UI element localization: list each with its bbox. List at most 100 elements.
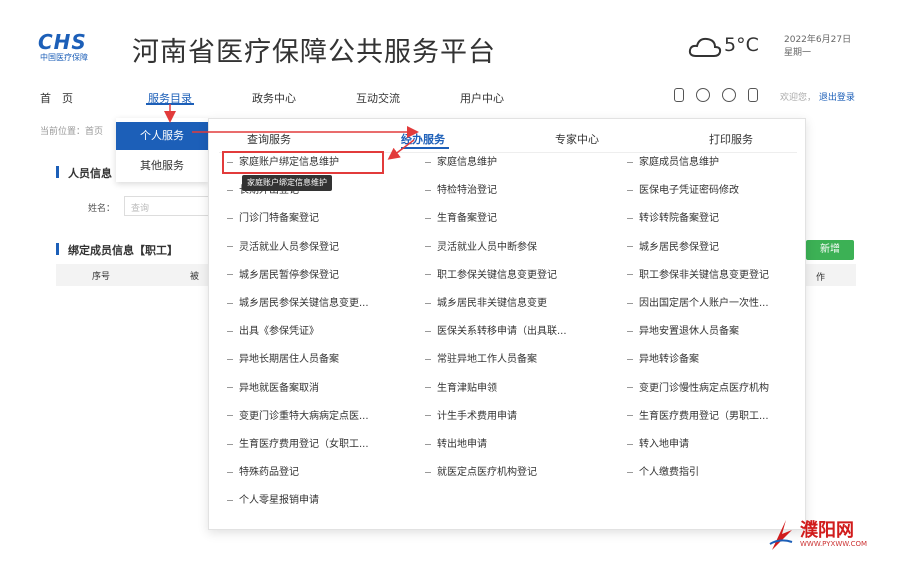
dropdown-service-item[interactable]: 职工参保关键信息变更登记 <box>425 268 557 284</box>
dropdown-service-item[interactable]: 异地转诊备案 <box>627 352 699 368</box>
date-text: 2022年6月27日 <box>784 35 852 45</box>
nav-gov-center[interactable]: 政务中心 <box>252 90 296 106</box>
weekday-text: 星期一 <box>784 48 812 58</box>
dropdown-item-label: 转诊转院备案登记 <box>639 213 719 225</box>
dropdown-service-item[interactable]: 特检特治登记 <box>425 183 497 199</box>
dropdown-service-item[interactable]: 生育津贴申领 <box>425 381 497 397</box>
nav-home[interactable]: 首 页 <box>40 90 73 106</box>
pyxww-watermark: 濮阳网 WWW.PYXWW.COM <box>768 516 892 556</box>
login-area: 欢迎您， 退出登录 <box>780 90 855 103</box>
dropdown-service-item[interactable]: 城乡居民非关键信息变更 <box>425 296 547 312</box>
chs-logo[interactable]: CHS 中国医疗保障 <box>38 30 110 66</box>
dropdown-service-item[interactable]: 异地长期居住人员备案 <box>227 352 339 368</box>
bullet-icon <box>627 358 633 360</box>
dropdown-service-item[interactable]: 个人零星报销申请 <box>227 493 319 509</box>
logo-text: CHS <box>38 30 87 54</box>
bullet-icon <box>627 302 633 304</box>
dropdown-service-item[interactable]: 变更门诊慢性病定点医疗机构 <box>627 381 769 397</box>
welcome-text: 欢迎您， <box>780 93 817 103</box>
dropdown-service-item[interactable]: 家庭信息维护 <box>425 155 497 171</box>
breadcrumb: 当前位置：首页 <box>40 127 104 137</box>
dropdown-service-item[interactable]: 家庭成员信息维护 <box>627 155 719 171</box>
dropdown-item-label: 异地就医备案取消 <box>239 382 319 394</box>
dropdown-service-item[interactable]: 转出地申请 <box>425 437 487 453</box>
dropdown-service-item[interactable]: 转诊转院备案登记 <box>627 211 719 227</box>
submenu-other-service[interactable]: 其他服务 <box>116 152 208 180</box>
bullet-icon <box>627 471 633 473</box>
bullet-icon <box>425 415 431 417</box>
bullet-icon <box>425 330 431 332</box>
dropdown-service-item[interactable]: 生育医疗费用登记（女职工... <box>227 437 369 453</box>
watermark-title: 濮阳网 <box>800 520 854 541</box>
col-bound: 被 <box>190 272 200 282</box>
bullet-icon <box>627 415 633 417</box>
dropdown-service-item[interactable]: 生育备案登记 <box>425 211 497 227</box>
bullet-icon <box>227 274 233 276</box>
dropdown-item-label: 常驻异地工作人员备案 <box>437 354 537 366</box>
dropdown-service-item[interactable]: 灵活就业人员中断参保 <box>425 240 537 256</box>
col-index: 序号 <box>92 272 111 282</box>
watermark-url: WWW.PYXWW.COM <box>800 540 868 548</box>
name-label: 姓名： <box>88 204 116 214</box>
dropdown-service-item[interactable]: 出具《参保凭证》 <box>227 324 319 340</box>
nav-user-center[interactable]: 用户中心 <box>460 90 504 106</box>
dropdown-item-label: 职工参保关键信息变更登记 <box>437 269 557 281</box>
dropdown-service-item[interactable]: 转入地申请 <box>627 437 689 453</box>
nav-interaction[interactable]: 互动交流 <box>356 90 400 106</box>
person-info-title: 人员信息 <box>68 167 112 180</box>
dropdown-service-item[interactable]: 异地就医备案取消 <box>227 381 319 397</box>
bullet-icon <box>627 274 633 276</box>
dropdown-service-item[interactable]: 职工参保非关键信息变更登记 <box>627 268 769 284</box>
dropdown-service-item[interactable]: 门诊门特备案登记 <box>227 211 319 227</box>
bullet-icon <box>425 246 431 248</box>
dropdown-service-item[interactable]: 计生手术费用申请 <box>425 409 517 425</box>
tab-expert-center[interactable]: 专家中心 <box>555 131 599 147</box>
dropdown-service-item[interactable]: 特殊药品登记 <box>227 465 299 481</box>
dropdown-service-item[interactable]: 个人缴费指引 <box>627 465 699 481</box>
bullet-icon <box>227 499 233 501</box>
dropdown-item-label: 因出国定居个人账户一次性... <box>639 298 769 309</box>
tab-handling-service[interactable]: 经办服务 <box>401 131 445 147</box>
dropdown-service-item[interactable]: 城乡居民参保关键信息变更... <box>227 296 369 312</box>
tooltip: 家庭账户绑定信息维护 <box>242 175 332 191</box>
dropdown-item-label: 城乡居民暂停参保登记 <box>239 269 339 281</box>
nav-active-underline <box>146 103 194 105</box>
name-input[interactable]: 查询 <box>124 196 214 216</box>
mobile-icon[interactable] <box>674 88 684 102</box>
dropdown-service-item[interactable]: 因出国定居个人账户一次性... <box>627 296 769 312</box>
add-button[interactable]: 新增 <box>806 240 854 260</box>
dropdown-service-item[interactable]: 就医定点医疗机构登记 <box>425 465 537 481</box>
dropdown-service-item[interactable]: 变更门诊重特大病病定点医... <box>227 409 369 425</box>
dropdown-service-item[interactable]: 灵活就业人员参保登记 <box>227 240 339 256</box>
section-bar <box>56 166 59 178</box>
bullet-icon <box>627 189 633 191</box>
bullet-icon <box>627 246 633 248</box>
app-icon[interactable] <box>748 88 758 102</box>
weibo-icon[interactable] <box>722 88 736 102</box>
dropdown-service-item[interactable]: 城乡居民暂停参保登记 <box>227 268 339 284</box>
tab-query-service[interactable]: 查询服务 <box>247 131 291 147</box>
bullet-icon <box>227 443 233 445</box>
dropdown-service-item[interactable]: 医保电子凭证密码修改 <box>627 183 739 199</box>
tab-active-underline <box>401 147 449 149</box>
bullet-icon <box>227 358 233 360</box>
dropdown-service-item[interactable]: 城乡居民参保登记 <box>627 240 719 256</box>
bullet-icon <box>227 387 233 389</box>
dropdown-item-label: 变更门诊慢性病定点医疗机构 <box>639 382 769 394</box>
bullet-icon <box>627 161 633 163</box>
bullet-icon <box>425 302 431 304</box>
dropdown-item-label: 生育医疗费用登记（男职工... <box>639 410 769 422</box>
bullet-icon <box>425 358 431 360</box>
dropdown-service-item[interactable]: 常驻异地工作人员备案 <box>425 352 537 368</box>
site-title: 河南省医疗保障公共服务平台 <box>132 37 496 68</box>
dropdown-service-item[interactable]: 医保关系转移申请（出具联... <box>425 324 567 340</box>
tab-print-service[interactable]: 打印服务 <box>709 131 753 147</box>
dropdown-item-label: 灵活就业人员参保登记 <box>239 241 339 253</box>
submenu-personal-service[interactable]: 个人服务 <box>116 122 208 150</box>
dropdown-service-item[interactable]: 生育医疗费用登记（男职工... <box>627 409 769 425</box>
dropdown-item-label: 个人零星报销申请 <box>239 495 319 507</box>
dropdown-service-item[interactable]: 异地安置退休人员备案 <box>627 324 739 340</box>
watermark-logo-icon <box>769 520 793 550</box>
wechat-icon[interactable] <box>696 88 710 102</box>
logout-link[interactable]: 退出登录 <box>819 93 855 103</box>
